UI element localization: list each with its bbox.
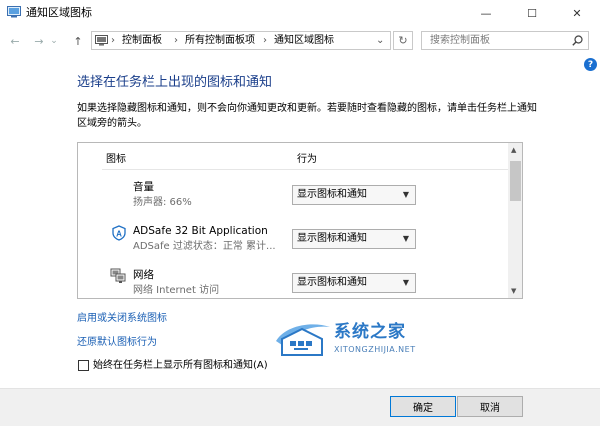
always-show-checkbox[interactable] xyxy=(78,360,89,371)
network-icon xyxy=(110,268,126,283)
search-icon xyxy=(572,35,583,46)
watermark-logo-icon xyxy=(276,324,330,356)
back-button[interactable]: ← xyxy=(6,34,24,48)
notification-icon-list[interactable]: 图标 行为 音量 扬声器: 66% 显示图标和通知 ▼ A ADSafe 32 … xyxy=(77,142,523,299)
list-item: 音量 扬声器: 66% 显示图标和通知 ▼ xyxy=(78,179,506,213)
forward-button[interactable]: → xyxy=(30,34,48,48)
behavior-select-value: 显示图标和通知 xyxy=(297,277,367,288)
breadcrumb-separator: › xyxy=(111,35,115,46)
scrollbar[interactable]: ▲ ▼ xyxy=(508,143,522,298)
list-item: 网络 网络 Internet 访问 显示图标和通知 ▼ xyxy=(78,267,506,298)
breadcrumb-notification-icons[interactable]: 通知区域图标 xyxy=(274,34,334,47)
header-divider xyxy=(102,169,510,170)
address-bar[interactable]: › 控制面板 › 所有控制面板项 › 通知区域图标 ⌄ xyxy=(91,31,391,50)
item-name: 网络 xyxy=(133,269,154,281)
svg-text:A: A xyxy=(116,230,122,239)
close-icon: ✕ xyxy=(572,6,582,20)
behavior-select-value: 显示图标和通知 xyxy=(297,233,367,244)
recent-dropdown[interactable]: ⌄ xyxy=(48,34,60,48)
ok-button[interactable]: 确定 xyxy=(390,396,456,417)
refresh-icon: ↻ xyxy=(398,34,408,47)
control-panel-icon xyxy=(95,35,108,46)
behavior-select[interactable]: 显示图标和通知 ▼ xyxy=(292,273,416,293)
item-status: 网络 Internet 访问 xyxy=(133,285,220,296)
help-icon: ? xyxy=(587,59,594,70)
title-bar: 通知区域图标 — ☐ ✕ xyxy=(0,0,600,26)
search-placeholder: 搜索控制面板 xyxy=(430,35,490,46)
breadcrumb-separator: › xyxy=(263,35,267,46)
arrow-up-icon: ↑ xyxy=(73,34,83,48)
breadcrumb-separator: › xyxy=(174,35,178,46)
behavior-select[interactable]: 显示图标和通知 ▼ xyxy=(292,185,416,205)
breadcrumb-control-panel[interactable]: 控制面板 xyxy=(122,34,162,47)
column-header-icon: 图标 xyxy=(106,154,126,165)
always-show-label[interactable]: 始终在任务栏上显示所有图标和通知(A) xyxy=(93,359,268,372)
item-name: ADSafe 32 Bit Application xyxy=(133,225,268,237)
watermark-url: XITONGZHIJIA.NET xyxy=(334,345,416,354)
window-title: 通知区域图标 xyxy=(26,6,92,19)
system-icons-link[interactable]: 启用或关闭系统图标 xyxy=(77,312,167,325)
item-status: ADSafe 过滤状态：正常 累计... xyxy=(133,241,276,252)
cancel-button[interactable]: 取消 xyxy=(457,396,523,417)
watermark-title: 系统之家 xyxy=(334,322,406,342)
shield-a-icon: A xyxy=(112,225,126,241)
maximize-button[interactable]: ☐ xyxy=(509,0,555,26)
column-header-behavior: 行为 xyxy=(297,154,317,165)
scrollbar-thumb[interactable] xyxy=(510,161,521,201)
address-dropdown-icon[interactable]: ⌄ xyxy=(376,34,384,47)
arrow-right-icon: → xyxy=(34,34,44,48)
behavior-select-value: 显示图标和通知 xyxy=(297,189,367,200)
up-button[interactable]: ↑ xyxy=(69,34,87,48)
chevron-down-icon: ▼ xyxy=(402,190,409,199)
maximize-icon: ☐ xyxy=(527,6,537,20)
minimize-button[interactable]: — xyxy=(463,0,509,26)
item-status: 扬声器: 66% xyxy=(133,197,192,208)
restore-defaults-link[interactable]: 还原默认图标行为 xyxy=(77,336,157,349)
arrow-left-icon: ← xyxy=(10,34,20,48)
behavior-select[interactable]: 显示图标和通知 ▼ xyxy=(292,229,416,249)
scroll-up-icon[interactable]: ▲ xyxy=(511,146,516,154)
item-name: 音量 xyxy=(133,181,154,193)
chevron-down-icon: ⌄ xyxy=(50,36,58,46)
help-button[interactable]: ? xyxy=(584,58,597,71)
minimize-icon: — xyxy=(480,6,492,20)
scroll-down-icon[interactable]: ▼ xyxy=(511,287,516,295)
list-item: A ADSafe 32 Bit Application ADSafe 过滤状态：… xyxy=(78,223,506,257)
search-input[interactable]: 搜索控制面板 xyxy=(421,31,589,50)
control-panel-icon xyxy=(7,6,21,18)
page-description: 如果选择隐藏图标和通知，则不会向你通知更改和更新。若要随时查看隐藏的图标，请单击… xyxy=(77,103,537,129)
close-button[interactable]: ✕ xyxy=(554,0,600,26)
chevron-down-icon: ▼ xyxy=(402,278,409,287)
refresh-button[interactable]: ↻ xyxy=(393,31,413,50)
page-title: 选择在任务栏上出现的图标和通知 xyxy=(77,75,273,90)
breadcrumb-all-items[interactable]: 所有控制面板项 xyxy=(185,34,255,47)
chevron-down-icon: ▼ xyxy=(402,234,409,243)
